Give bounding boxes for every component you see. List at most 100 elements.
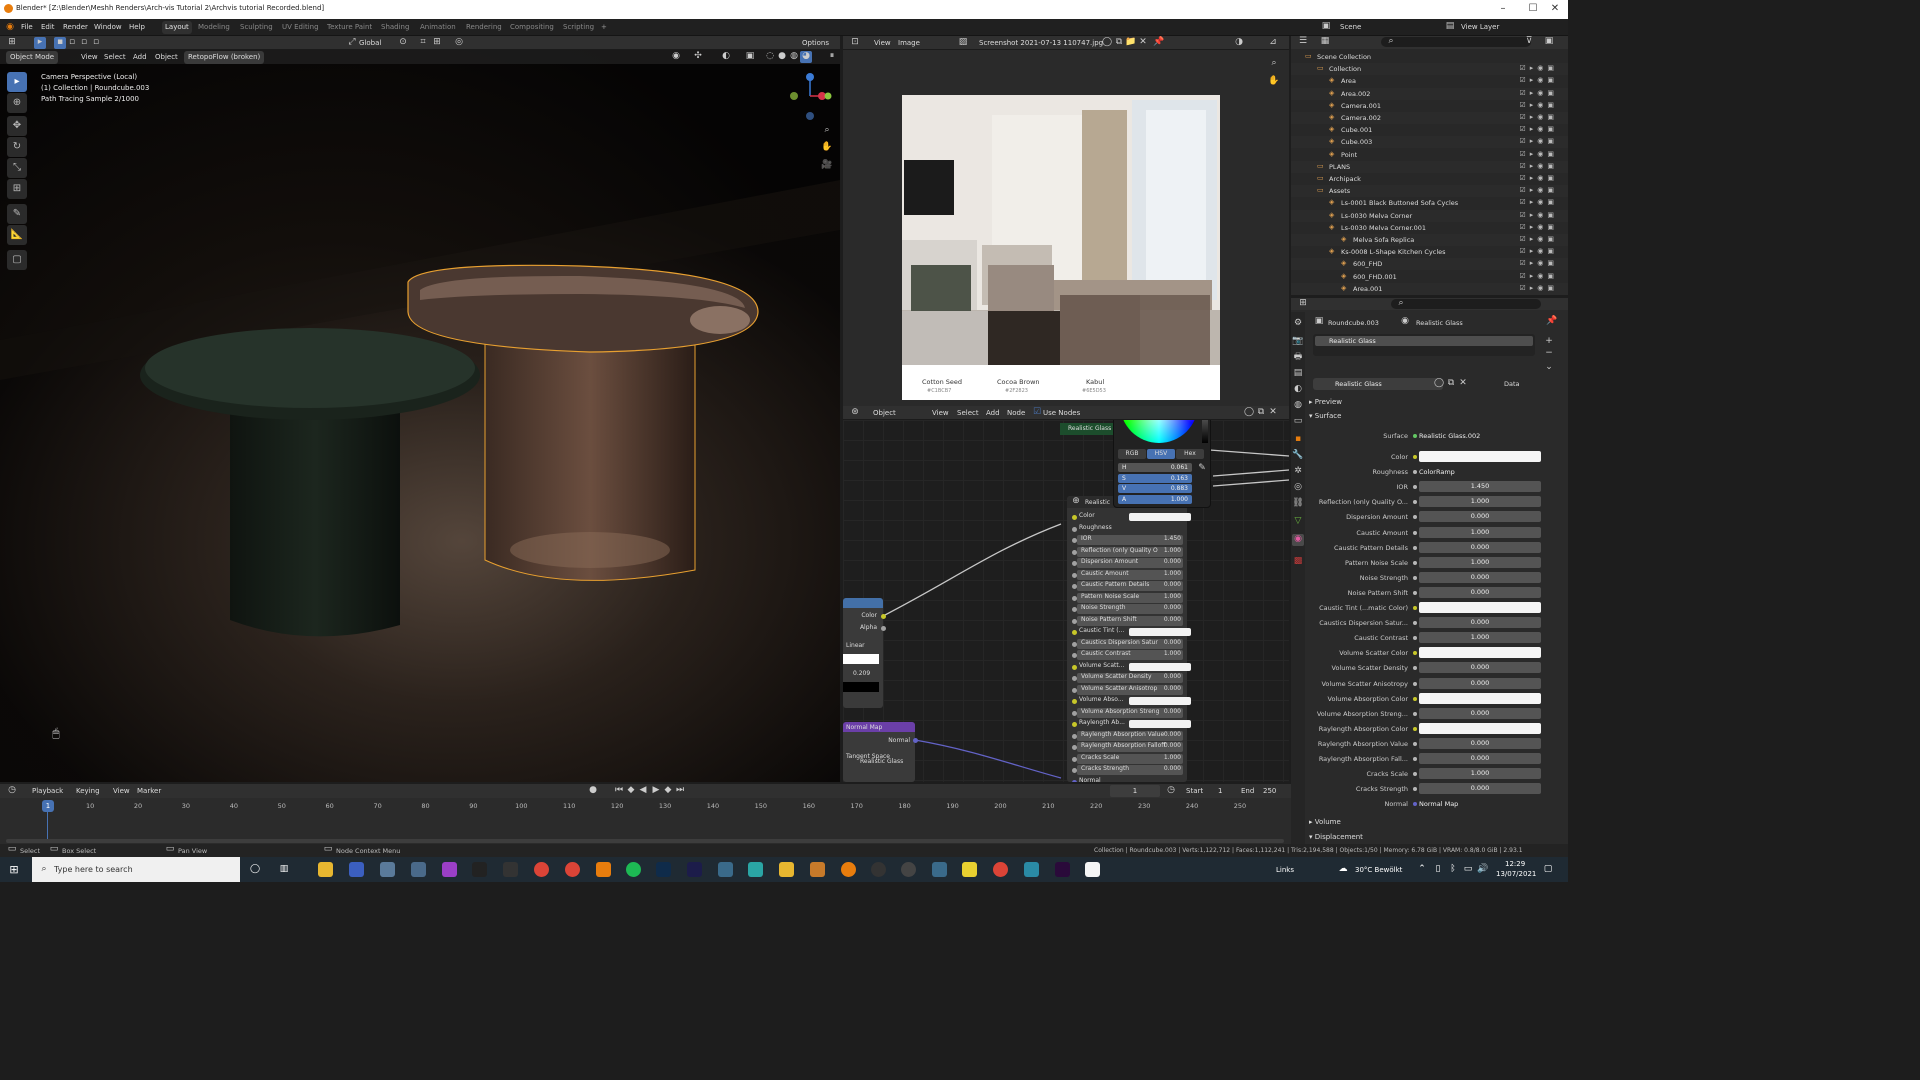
realistic-glass-group-node[interactable]: ⊕ Realistic Color Roughness IOR 1.450 Reflec… — [1067, 496, 1191, 782]
group-node-input-row[interactable]: Volume Absorption Streng 0.000 — [1072, 707, 1183, 718]
socket-dot[interactable] — [1413, 802, 1417, 807]
material-value-field[interactable]: 1.000 — [1419, 768, 1541, 780]
input-socket[interactable] — [1072, 515, 1077, 520]
blender-menu-icon[interactable]: ◉ — [4, 22, 16, 34]
shader-node-editor[interactable]: Realistic Glass Color Alpha Linear 0.209… — [843, 420, 1289, 782]
input-socket[interactable] — [1072, 538, 1077, 543]
socket-dot[interactable] — [1413, 741, 1417, 746]
surface-panel[interactable]: ▾ Surface — [1309, 412, 1341, 420]
menu-help[interactable]: Help — [129, 23, 145, 31]
node-editor-type-icon[interactable]: ⊛ — [849, 407, 861, 419]
app-icon-9[interactable] — [810, 862, 825, 877]
tab-output-icon[interactable]: 🖶 — [1292, 352, 1304, 364]
color-picker-field[interactable]: H 0.061 — [1118, 463, 1192, 472]
camera-view-icon[interactable]: 🎥 — [821, 160, 833, 172]
color-picker-tab[interactable]: Hex — [1176, 449, 1204, 459]
outliner-visibility-icons[interactable]: ☑▸◉▣ — [1519, 235, 1558, 243]
input-socket[interactable] — [1072, 526, 1077, 532]
material-value-field[interactable]: 0.000 — [1419, 586, 1541, 598]
select-mode-invert-icon[interactable]: ▫ — [90, 37, 102, 49]
socket-dot[interactable] — [1413, 470, 1417, 475]
group-node-input-row[interactable]: Cracks Strength 0.000 — [1072, 765, 1183, 775]
input-socket[interactable] — [1072, 618, 1077, 624]
group-node-input-row[interactable]: Caustic Contrast 1.000 — [1072, 650, 1183, 660]
outliner-visibility-icons[interactable]: ☑▸◉▣ — [1519, 89, 1558, 97]
app-icon-10[interactable] — [871, 862, 886, 877]
input-socket[interactable] — [1072, 733, 1077, 739]
outliner-visibility-icons[interactable]: ☑▸◉▣ — [1519, 101, 1558, 109]
xray-icon[interactable]: ▣ — [744, 51, 756, 63]
taskbar-search-box[interactable]: ⌕ Type here to search — [32, 857, 240, 882]
outliner-row[interactable]: ◈ Camera.002 ☑▸◉▣ — [1291, 112, 1568, 124]
outliner-row[interactable]: ◈ Ls-0030 Melva Corner.001 ☑▸◉▣ — [1291, 222, 1568, 234]
material-value-field[interactable]: 0.000 — [1419, 617, 1541, 629]
group-node-input-row[interactable]: Normal — [1072, 777, 1183, 782]
socket-dot[interactable] — [1413, 787, 1417, 792]
retopoflow-dropdown[interactable]: RetopoFlow (broken) — [184, 51, 265, 64]
timeline-menu-playback[interactable]: Playback — [32, 787, 63, 795]
material-input-link[interactable]: Normal Map — [1419, 800, 1458, 808]
workspace-tab-layout[interactable]: Layout — [162, 21, 192, 34]
measure-tool-icon[interactable]: 📐 — [7, 225, 27, 245]
tab-world-icon[interactable]: ◍ — [1292, 400, 1304, 412]
group-node-input-row[interactable]: Pattern Noise Scale 1.000 — [1072, 592, 1183, 603]
material-input-link[interactable]: ColorRamp — [1419, 468, 1455, 476]
outliner-visibility-icons[interactable]: ☑▸◉▣ — [1519, 198, 1558, 206]
outliner-visibility-icons[interactable]: ☑▸◉▣ — [1519, 272, 1558, 280]
socket-dot[interactable] — [1413, 530, 1417, 535]
tab-modifiers-icon[interactable]: 🔧 — [1292, 450, 1304, 462]
timeline-type-icon[interactable]: ◷ — [6, 785, 18, 797]
ramp-color-socket[interactable] — [881, 614, 886, 619]
node-material-new-icon[interactable]: ⧉ — [1255, 407, 1267, 419]
socket-dot[interactable] — [1413, 651, 1417, 656]
object-mode-dropdown[interactable]: Object Mode — [6, 51, 59, 64]
tray-time[interactable]: 12:29 — [1505, 860, 1525, 868]
tab-view-layer-icon[interactable]: ▤ — [1292, 368, 1304, 380]
socket-dot[interactable] — [1413, 696, 1417, 701]
tab-particles-icon[interactable]: ✲ — [1292, 466, 1304, 478]
input-socket[interactable] — [1072, 653, 1077, 658]
select-box-tool-icon[interactable]: ▸ — [7, 72, 27, 92]
outliner-row[interactable]: ▭ Collection ☑▸◉▣ — [1291, 63, 1568, 76]
workspace-tab-animation[interactable]: Animation — [420, 23, 456, 31]
socket-dot[interactable] — [1413, 606, 1417, 610]
material-fake-user-icon[interactable]: ◯ — [1433, 378, 1445, 390]
viewport-menu-object[interactable]: Object — [155, 53, 178, 61]
tray-chevron-icon[interactable]: ⌃ — [1416, 864, 1428, 876]
group-node-input-row[interactable]: Roughness — [1072, 524, 1183, 534]
socket-dot[interactable] — [1413, 772, 1417, 777]
cursor-tool-icon[interactable]: ⊕ — [7, 93, 27, 113]
outliner-visibility-icons[interactable]: ☑▸◉▣ — [1519, 150, 1558, 158]
timeline-scrollbar[interactable] — [6, 839, 1284, 843]
outliner-row[interactable]: ◈ Area ☑▸◉▣ — [1291, 75, 1568, 87]
menu-window[interactable]: Window — [94, 23, 122, 31]
jump-start-icon[interactable]: ⏮ — [613, 785, 625, 797]
material-color-field[interactable] — [1419, 722, 1541, 734]
group-node-color-swatch[interactable] — [1129, 628, 1191, 636]
color-ramp-node[interactable]: Color Alpha Linear 0.209 — [843, 598, 883, 708]
socket-dot[interactable] — [1413, 666, 1417, 671]
input-socket[interactable] — [1072, 595, 1077, 601]
socket-dot[interactable] — [1413, 545, 1417, 550]
proportional-edit-icon[interactable]: ◎ — [453, 37, 465, 49]
surface-shader-value[interactable]: Realistic Glass.002 — [1419, 432, 1480, 440]
navigation-gizmo[interactable] — [790, 72, 840, 122]
end-frame-field[interactable]: 250 — [1263, 787, 1276, 795]
app-icon-12[interactable] — [932, 862, 947, 877]
transform-orientation[interactable]: Global — [359, 39, 381, 47]
socket-dot[interactable] — [1413, 636, 1417, 641]
photoshop-icon[interactable] — [656, 862, 671, 877]
close-window-button[interactable]: ✕ — [1540, 1, 1568, 17]
shading-rendered-icon[interactable]: ◕ — [800, 51, 812, 63]
outliner-visibility-icons[interactable]: ☑▸◉▣ — [1519, 64, 1558, 72]
socket-dot[interactable] — [1413, 500, 1417, 505]
tab-texture-icon[interactable]: ▩ — [1292, 556, 1304, 568]
image-zoom-icon[interactable]: ⌕ — [1268, 58, 1280, 70]
outliner-type-icon[interactable]: ☰ — [1297, 36, 1309, 48]
add-cube-tool-icon[interactable]: ▢ — [7, 250, 27, 270]
socket-dot[interactable] — [1413, 560, 1417, 565]
timeline[interactable]: ◷ Playback Keying View Marker ● ⏮ ◆ ◀ ▶ … — [0, 784, 1291, 844]
node-material-unlink-icon[interactable]: ✕ — [1267, 407, 1279, 419]
input-socket[interactable] — [1072, 549, 1077, 555]
workspace-tab-scripting[interactable]: Scripting — [563, 23, 594, 31]
